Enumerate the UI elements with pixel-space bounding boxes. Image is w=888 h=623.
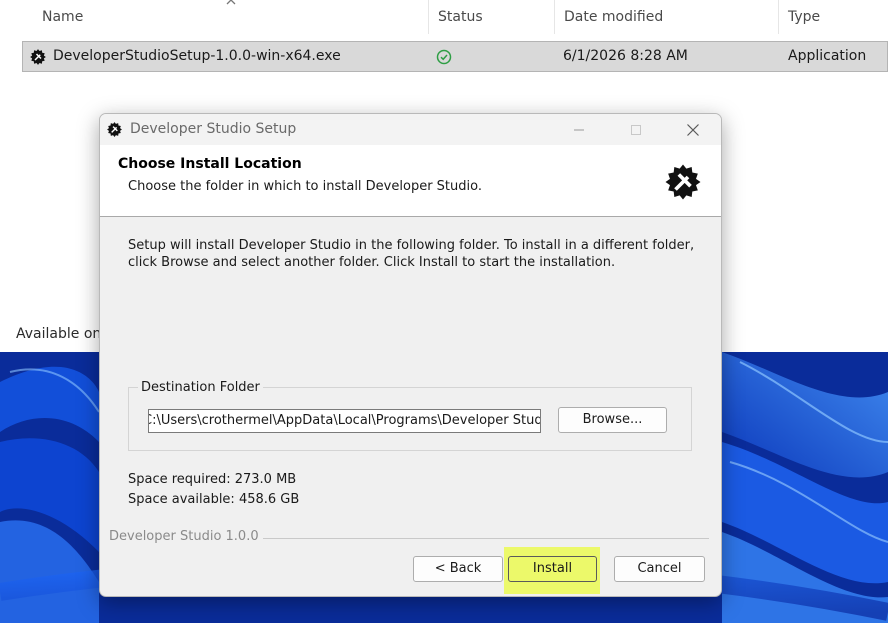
minimize-icon [574, 129, 584, 131]
cancel-button[interactable]: Cancel [614, 556, 705, 582]
dialog-titlebar[interactable]: Developer Studio Setup [100, 114, 721, 145]
instructions-text: Setup will install Developer Studio in t… [128, 238, 695, 270]
branding-text: Developer Studio 1.0.0 [109, 529, 263, 544]
app-gear-icon [107, 122, 122, 137]
status-bar-text: Available on [16, 326, 102, 342]
column-header-type[interactable]: Type [778, 0, 888, 34]
close-icon [687, 124, 699, 136]
file-row-selected[interactable]: DeveloperStudioSetup-1.0.0-win-x64.exe 6… [22, 41, 888, 72]
back-button[interactable]: < Back [413, 556, 503, 582]
page-title: Choose Install Location [118, 156, 302, 172]
close-button[interactable] [670, 114, 716, 145]
file-type: Application [788, 48, 867, 64]
setup-dialog: Developer Studio Setup Choose Install Lo… [99, 113, 722, 597]
dialog-title: Developer Studio Setup [130, 121, 297, 137]
install-button[interactable]: Install [508, 556, 597, 582]
dialog-header-band: Choose Install Location Choose the folde… [100, 145, 721, 217]
column-header-date-modified[interactable]: Date modified [554, 0, 778, 34]
destination-path-input[interactable]: C:\Users\crothermel\AppData\Local\Progra… [148, 409, 541, 433]
browse-button[interactable]: Browse... [558, 407, 667, 433]
page-subtitle: Choose the folder in which to install De… [128, 179, 482, 194]
maximize-icon [631, 125, 641, 135]
installer-gear-icon [30, 49, 46, 65]
file-name: DeveloperStudioSetup-1.0.0-win-x64.exe [53, 48, 341, 64]
destination-folder-label: Destination Folder [138, 380, 263, 395]
developer-studio-logo-icon [665, 164, 701, 200]
maximize-button[interactable] [613, 114, 659, 145]
file-date-modified: 6/1/2026 8:28 AM [563, 48, 688, 64]
minimize-button[interactable] [556, 114, 602, 145]
sort-ascending-icon [226, 0, 236, 5]
space-required-text: Space required: 273.0 MB [128, 472, 297, 487]
synced-check-icon [436, 49, 452, 65]
space-available-text: Space available: 458.6 GB [128, 492, 300, 507]
column-header-status[interactable]: Status [428, 0, 554, 34]
